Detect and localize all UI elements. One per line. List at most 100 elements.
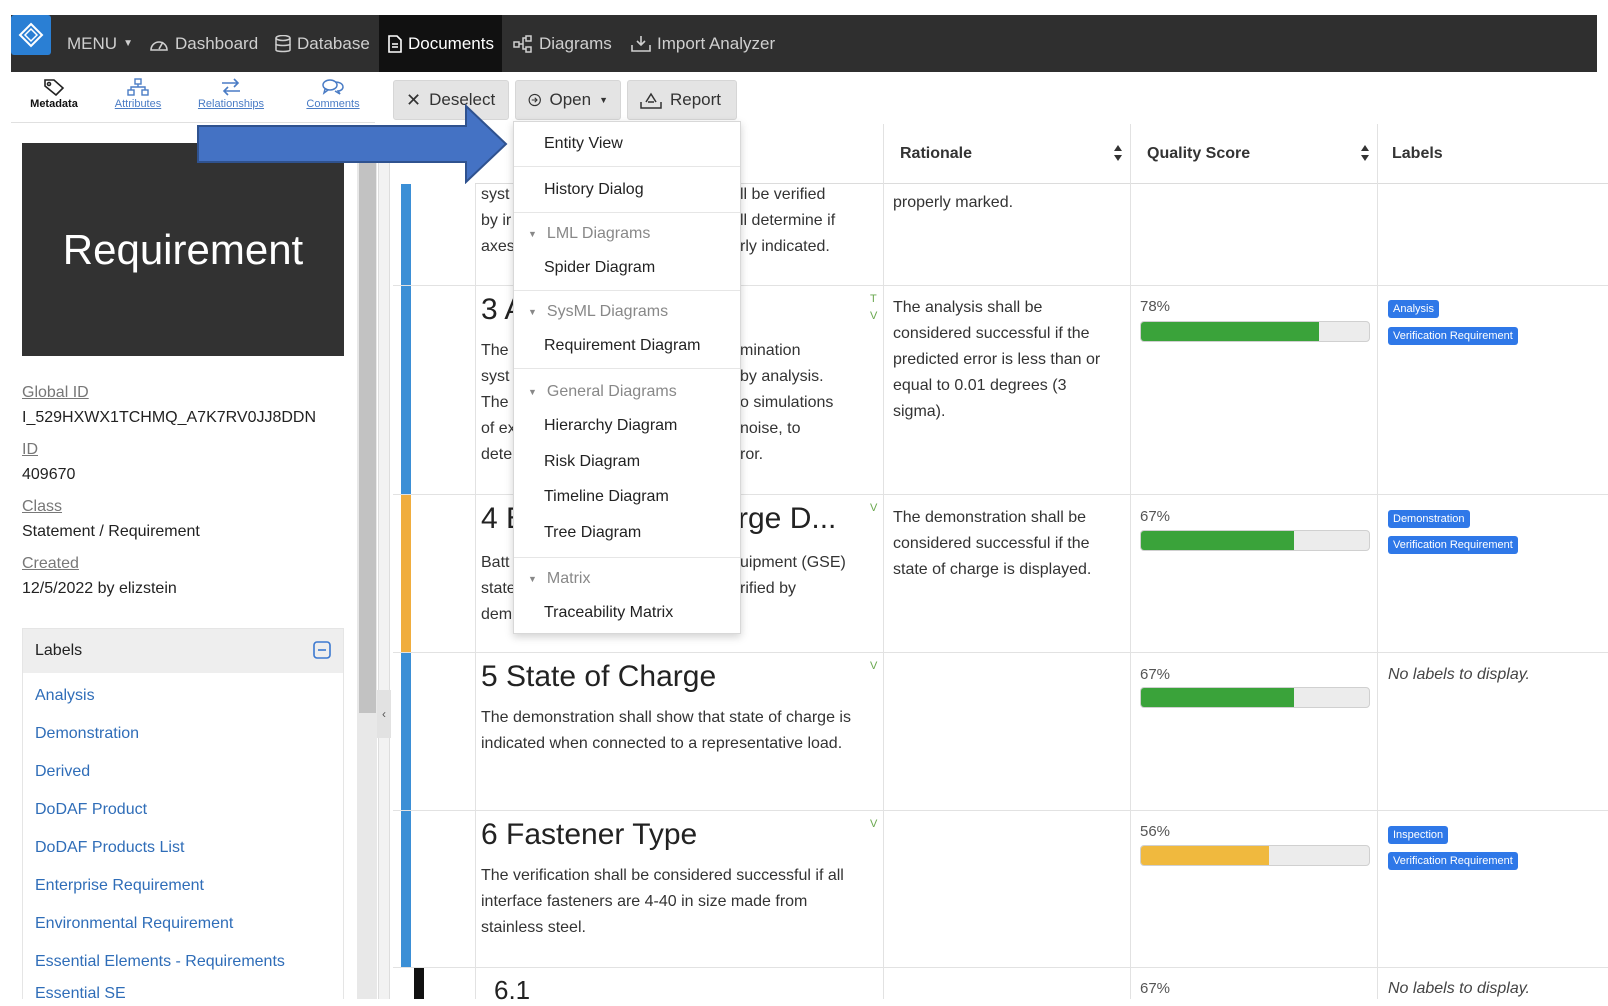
label-link-essential-elements[interactable]: Essential Elements - Requirements <box>35 953 285 971</box>
tab-metadata[interactable]: Metadata <box>24 78 84 120</box>
top-navbar: MENU ▼ Dashboard Database Documents Diag… <box>11 15 1597 72</box>
column-header-rationale[interactable]: Rationale <box>900 124 972 184</box>
quality-score-bar <box>1140 321 1370 342</box>
label-badge[interactable]: Verification Requirement <box>1388 852 1518 870</box>
no-labels-text: No labels to display. <box>1388 980 1530 997</box>
quality-score-text: 67% <box>1140 508 1171 525</box>
chevron-left-icon: ‹ <box>382 707 386 721</box>
report-button[interactable]: Report <box>627 80 737 120</box>
menu-item-history-dialog[interactable]: History Dialog <box>544 181 644 199</box>
menu-group-sysml-diagrams[interactable]: ▼ SysML Diagrams <box>528 303 668 321</box>
column-header-labels[interactable]: Labels <box>1392 124 1443 184</box>
row-title[interactable]: 6 Fastener Type <box>481 818 697 852</box>
grid-line <box>475 184 476 999</box>
nav-documents-label: Documents <box>408 33 494 53</box>
quality-score-bar <box>1140 530 1370 551</box>
caret-down-icon: ▼ <box>123 38 133 49</box>
quality-score-fill <box>1141 531 1294 550</box>
quality-score-text: 67% <box>1140 666 1171 683</box>
created-label: Created <box>22 555 79 572</box>
label-badge[interactable]: Verification Requirement <box>1388 327 1518 345</box>
nav-import-analyzer[interactable]: Import Analyzer <box>631 15 775 72</box>
row-description: The verification shall be considered suc… <box>481 867 844 936</box>
menu-group-label: SysML Diagrams <box>546 303 669 320</box>
menu-group-general-diagrams[interactable]: ▼ General Diagrams <box>528 383 677 401</box>
row-status-bar <box>401 184 411 285</box>
label-badge[interactable]: Analysis <box>1388 300 1439 318</box>
label-link-enterprise-requirement[interactable]: Enterprise Requirement <box>35 877 204 895</box>
row-description: The demonstration shall show that state … <box>481 709 851 752</box>
database-icon <box>275 34 291 52</box>
column-header-quality-score[interactable]: Quality Score <box>1147 124 1250 184</box>
class-value: Statement / Requirement <box>22 523 200 540</box>
tag-icon <box>44 79 65 96</box>
label-link-dodaf-product[interactable]: DoDAF Product <box>35 801 147 819</box>
label-badge[interactable]: Inspection <box>1388 826 1449 844</box>
menu-item-hierarchy-diagram[interactable]: Hierarchy Diagram <box>544 417 677 435</box>
annotation-arrow-icon <box>197 104 508 184</box>
quality-score-text: 56% <box>1140 823 1171 840</box>
label-badge[interactable]: Verification Requirement <box>1388 536 1518 554</box>
row-divider <box>393 652 1608 653</box>
open-dropdown-button[interactable]: Open ▼ <box>515 80 621 120</box>
quality-score-bar <box>1140 845 1370 866</box>
menu-item-tree-diagram[interactable]: Tree Diagram <box>544 524 641 542</box>
global-id-value: I_529HXWX1TCHMQ_A7K7RV0JJ8DDN <box>22 409 317 426</box>
nav-documents[interactable]: Documents <box>379 15 502 72</box>
attributes-icon <box>127 78 149 96</box>
verify-flag: V <box>870 660 878 672</box>
sort-icon[interactable] <box>1113 144 1123 162</box>
report-label: Report <box>670 90 722 109</box>
menu-item-traceability-matrix[interactable]: Traceability Matrix <box>544 604 673 622</box>
sort-icon[interactable] <box>1360 144 1370 162</box>
label-link-analysis[interactable]: Analysis <box>35 687 95 705</box>
menu-item-risk-diagram[interactable]: Risk Diagram <box>544 453 640 471</box>
caret-down-icon: ▼ <box>528 307 537 317</box>
app-logo-icon[interactable] <box>11 15 51 55</box>
row-description-fragment: mination by analysis. o simulations noise, … <box>740 342 834 463</box>
id-label: ID <box>22 441 38 458</box>
menu-group-matrix[interactable]: ▼ Matrix <box>528 570 590 588</box>
row-rationale: The analysis shall be considered success… <box>893 299 1101 420</box>
menu-item-entity-view[interactable]: Entity View <box>544 135 623 153</box>
label-link-demonstration[interactable]: Demonstration <box>35 725 139 743</box>
label-link-environmental-requirement[interactable]: Environmental Requirement <box>35 915 233 933</box>
menu-group-lml-diagrams[interactable]: ▼ LML Diagrams <box>528 225 650 243</box>
row-title[interactable]: 5 State of Charge <box>481 660 716 694</box>
quality-score-fill <box>1141 846 1269 865</box>
diagram-icon <box>513 34 532 53</box>
tab-attributes[interactable]: Attributes <box>108 78 168 120</box>
label-link-dodaf-products-list[interactable]: DoDAF Products List <box>35 839 184 857</box>
nav-import-analyzer-label: Import Analyzer <box>657 33 776 53</box>
menu-dropdown[interactable]: MENU ▼ <box>67 15 133 72</box>
labels-panel: Labels Analysis Demonstration Derived Do… <box>22 628 344 1002</box>
row-title-fragment[interactable]: rge D... <box>738 502 836 536</box>
open-label: Open <box>549 90 592 109</box>
label-badge[interactable]: Demonstration <box>1388 510 1470 528</box>
import-icon <box>631 35 651 52</box>
quality-score-text: 67% <box>1140 980 1171 997</box>
nav-diagrams-label: Diagrams <box>539 33 612 53</box>
panel-splitter[interactable] <box>378 127 390 999</box>
report-icon <box>640 92 662 109</box>
verify-flag: V <box>870 502 878 514</box>
nav-diagrams[interactable]: Diagrams <box>513 15 612 72</box>
nav-database[interactable]: Database <box>275 15 370 72</box>
menu-divider <box>514 557 740 558</box>
tab-attributes-label: Attributes <box>114 98 162 110</box>
menu-item-requirement-diagram[interactable]: Requirement Diagram <box>544 337 701 355</box>
grid-line <box>1130 124 1131 999</box>
collapse-icon[interactable] <box>313 641 331 664</box>
menu-group-label: General Diagrams <box>546 383 677 400</box>
menu-item-timeline-diagram[interactable]: Timeline Diagram <box>544 488 669 506</box>
caret-down-icon: ▼ <box>528 574 537 584</box>
collapse-panel-handle[interactable]: ‹ <box>377 690 391 738</box>
label-link-essential-se[interactable]: Essential SE <box>35 985 126 1003</box>
document-icon <box>388 34 402 53</box>
nav-dashboard[interactable]: Dashboard <box>149 15 258 72</box>
menu-item-spider-diagram[interactable]: Spider Diagram <box>544 259 655 277</box>
row-title[interactable]: 6.1 <box>494 975 530 1006</box>
left-scrollbar-thumb[interactable] <box>359 163 376 713</box>
quality-score-fill <box>1141 688 1294 707</box>
label-link-derived[interactable]: Derived <box>35 763 90 781</box>
